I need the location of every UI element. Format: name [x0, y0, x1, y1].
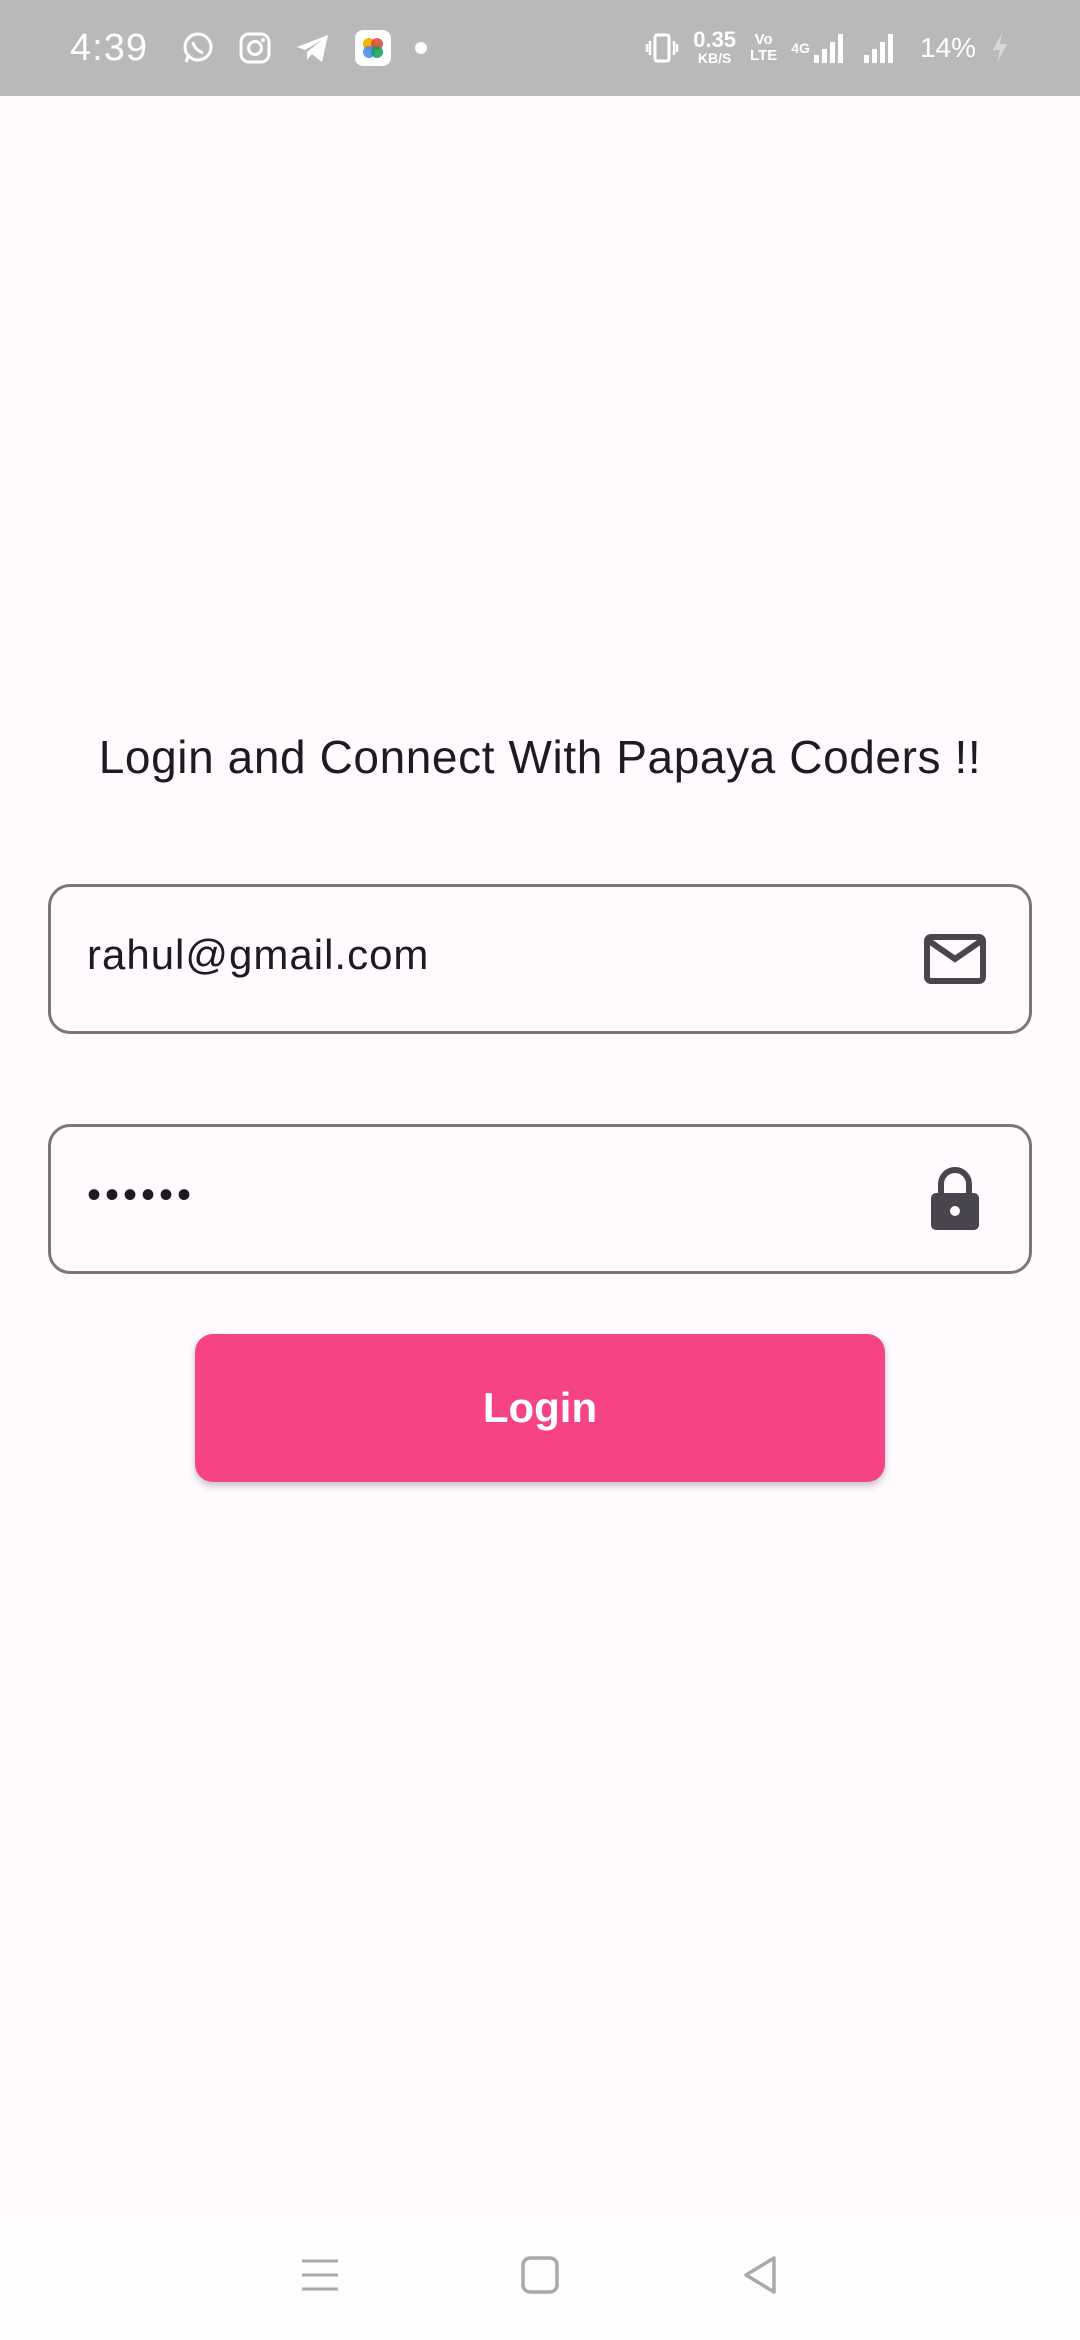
signal-icon: 4G: [791, 31, 846, 65]
vibrate-icon: [645, 31, 679, 65]
email-field[interactable]: rahul@gmail.com: [48, 884, 1032, 1034]
instagram-icon: [238, 31, 272, 65]
status-left: 4:39: [70, 27, 428, 70]
page-title: Login and Connect With Papaya Coders !!: [98, 731, 982, 783]
charging-icon: [990, 31, 1010, 65]
email-input-value[interactable]: rahul@gmail.com: [87, 931, 923, 979]
photos-icon: [354, 29, 392, 67]
net-speed-value: 0.35: [693, 27, 737, 52]
password-field[interactable]: ••••••: [48, 1124, 1032, 1274]
navigation-bar: [0, 2210, 1080, 2340]
telegram-icon: [294, 31, 332, 65]
volte-top: Vo: [754, 31, 773, 48]
back-icon[interactable]: [720, 2235, 800, 2315]
whatsapp-icon: [180, 30, 216, 66]
home-icon[interactable]: [500, 2235, 580, 2315]
status-right: 0.35 KB/S Vo LTE 4G 14%: [645, 27, 1010, 67]
mail-icon: [923, 927, 987, 991]
dot-icon: [414, 41, 428, 55]
battery-percent: 14%: [919, 32, 976, 63]
status-bar: 4:39 0.35 KB/S Vo LTE 4G 14%: [0, 0, 1080, 96]
signal-icon-2: [860, 31, 900, 65]
lock-icon: [923, 1167, 987, 1231]
password-input-value[interactable]: ••••••: [87, 1173, 923, 1218]
net-speed-unit: KB/S: [697, 50, 732, 66]
status-time: 4:39: [70, 26, 148, 69]
login-button[interactable]: Login: [195, 1334, 885, 1482]
menu-icon[interactable]: [280, 2235, 360, 2315]
volte-indicator: Vo LTE: [750, 32, 777, 64]
volte-bottom: LTE: [750, 47, 778, 64]
network-type: 4G: [791, 40, 810, 56]
net-speed: 0.35 KB/S: [693, 27, 737, 67]
